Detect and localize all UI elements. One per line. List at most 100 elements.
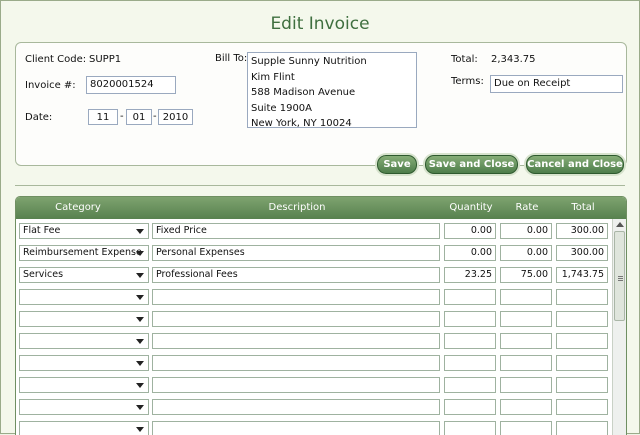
quantity-value: 0.00 [470, 225, 492, 236]
date-year-input[interactable]: 2010 [158, 109, 193, 125]
rate-value: 0.00 [526, 225, 548, 236]
rate-cell[interactable] [500, 289, 552, 305]
bill-to-line: Suite 1900A [251, 102, 313, 114]
rate-value: 0.00 [526, 247, 548, 258]
rate-cell[interactable] [500, 399, 552, 415]
category-cell[interactable] [19, 311, 149, 327]
rate-cell[interactable]: 75.00 [500, 267, 552, 283]
total-cell[interactable]: 1,743.75 [556, 267, 608, 283]
description-cell[interactable] [152, 311, 440, 327]
chevron-down-icon[interactable] [136, 383, 144, 388]
description-cell[interactable] [152, 377, 440, 393]
total-cell[interactable] [556, 333, 608, 349]
category-cell[interactable] [19, 399, 149, 415]
total-cell[interactable] [556, 399, 608, 415]
date-label: Date: [25, 112, 53, 123]
terms-label: Terms: [451, 76, 484, 87]
column-header-rate: Rate [515, 202, 539, 213]
chevron-down-icon[interactable] [136, 229, 144, 234]
total-cell[interactable] [556, 355, 608, 371]
invoice-number-input[interactable]: 8020001524 [86, 76, 176, 94]
description-cell[interactable] [152, 333, 440, 349]
description-cell[interactable] [152, 289, 440, 305]
quantity-cell[interactable] [444, 421, 496, 435]
chevron-down-icon[interactable] [136, 295, 144, 300]
quantity-cell[interactable]: 0.00 [444, 245, 496, 261]
quantity-cell[interactable] [444, 311, 496, 327]
total-cell[interactable] [556, 311, 608, 327]
chevron-down-icon[interactable] [136, 361, 144, 366]
scrollbar-thumb[interactable] [614, 231, 625, 321]
rate-cell[interactable] [500, 355, 552, 371]
column-header-quantity: Quantity [449, 202, 493, 213]
save-and-close-button[interactable]: Save and Close [425, 155, 518, 174]
column-header-total: Total [571, 202, 595, 213]
chevron-down-icon[interactable] [136, 317, 144, 322]
category-value: Reimbursement Expense [23, 247, 142, 258]
total-value: 300.00 [570, 225, 604, 236]
rate-cell[interactable]: 0.00 [500, 223, 552, 239]
total-cell[interactable]: 300.00 [556, 245, 608, 261]
description-cell[interactable]: Fixed Price [152, 223, 440, 239]
date-day-input[interactable]: 01 [126, 109, 152, 125]
chevron-down-icon[interactable] [136, 251, 144, 256]
total-cell[interactable] [556, 289, 608, 305]
grid-scrollbar[interactable] [612, 219, 626, 435]
rate-cell[interactable] [500, 311, 552, 327]
bill-to-line: Supple Sunny Nutrition [251, 56, 367, 67]
line-items-grid: Category Description Quantity Rate Total… [15, 196, 627, 435]
rate-cell[interactable]: 0.00 [500, 245, 552, 261]
rate-cell[interactable] [500, 377, 552, 393]
description-cell[interactable] [152, 421, 440, 435]
bill-to-line: 588 Madison Avenue [251, 87, 356, 98]
total-cell[interactable] [556, 377, 608, 393]
total-cell[interactable] [556, 421, 608, 435]
quantity-cell[interactable] [444, 289, 496, 305]
description-cell[interactable]: Personal Expenses [152, 245, 440, 261]
bill-to-line: New York, NY 10024 [251, 118, 352, 128]
grid-header: Category Description Quantity Rate Total [16, 197, 626, 219]
save-button[interactable]: Save [377, 155, 417, 174]
rate-cell[interactable] [500, 333, 552, 349]
quantity-value: 23.25 [464, 269, 492, 280]
total-value: 2,343.75 [491, 54, 536, 65]
column-header-description: Description [268, 202, 326, 213]
date-month-input[interactable]: 11 [88, 109, 118, 125]
rate-cell[interactable] [500, 421, 552, 435]
chevron-down-icon[interactable] [136, 405, 144, 410]
chevron-down-icon[interactable] [136, 427, 144, 432]
category-cell[interactable] [19, 355, 149, 371]
category-cell[interactable] [19, 421, 149, 435]
date-separator: - [120, 111, 124, 122]
client-code-label: Client Code: [25, 54, 87, 65]
chevron-down-icon[interactable] [136, 339, 144, 344]
description-cell[interactable] [152, 399, 440, 415]
quantity-cell[interactable] [444, 355, 496, 371]
description-value: Fixed Price [156, 225, 207, 236]
quantity-cell[interactable]: 23.25 [444, 267, 496, 283]
terms-input[interactable]: Due on Receipt [490, 75, 623, 93]
bill-to-textarea[interactable]: Supple Sunny Nutrition Kim Flint 588 Mad… [247, 52, 417, 128]
quantity-cell[interactable] [444, 377, 496, 393]
category-cell[interactable]: Services [19, 267, 149, 283]
description-value: Personal Expenses [156, 247, 245, 258]
client-code-value: SUPP1 [89, 54, 122, 65]
invoice-number-label: Invoice #: [25, 80, 76, 91]
category-cell[interactable] [19, 377, 149, 393]
category-value: Flat Fee [23, 225, 61, 236]
quantity-cell[interactable] [444, 399, 496, 415]
cancel-and-close-button[interactable]: Cancel and Close [526, 155, 624, 174]
description-cell[interactable] [152, 355, 440, 371]
quantity-cell[interactable] [444, 333, 496, 349]
category-cell[interactable] [19, 289, 149, 305]
total-value: 300.00 [570, 247, 604, 258]
category-cell[interactable]: Flat Fee [19, 223, 149, 239]
quantity-cell[interactable]: 0.00 [444, 223, 496, 239]
category-cell[interactable]: Reimbursement Expense [19, 245, 149, 261]
category-value: Services [23, 269, 64, 280]
chevron-down-icon[interactable] [136, 273, 144, 278]
scroll-up-arrow-icon[interactable] [616, 222, 624, 227]
description-cell[interactable]: Professional Fees [152, 267, 440, 283]
total-cell[interactable]: 300.00 [556, 223, 608, 239]
category-cell[interactable] [19, 333, 149, 349]
